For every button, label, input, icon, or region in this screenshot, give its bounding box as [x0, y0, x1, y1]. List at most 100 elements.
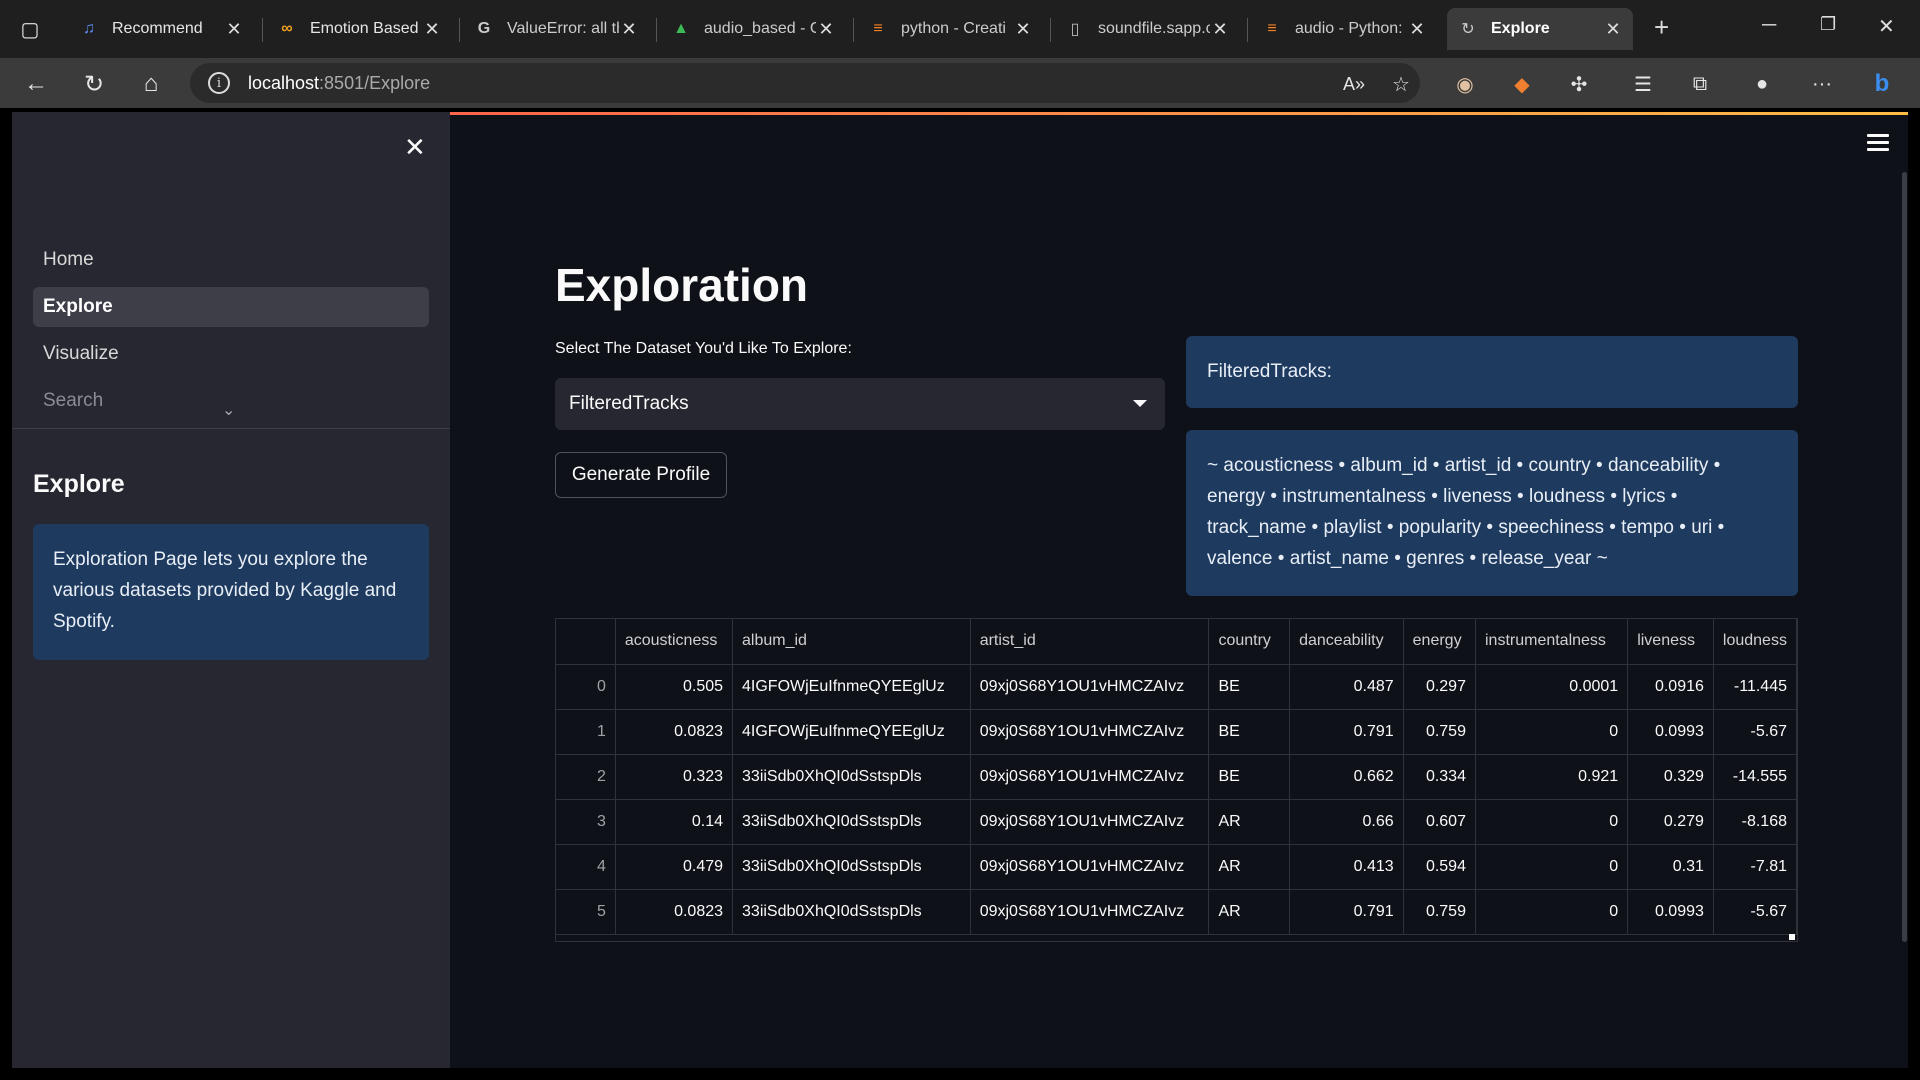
table-cell[interactable]: AR — [1208, 889, 1291, 935]
table-cell[interactable]: 0.594 — [1403, 844, 1476, 890]
read-aloud-icon[interactable]: A» — [1338, 68, 1370, 100]
table-cell[interactable]: 0.759 — [1403, 709, 1476, 755]
table-cell[interactable]: 33iiSdb0XhQI0dSstspDls — [732, 844, 971, 890]
table-cell[interactable]: AR — [1208, 844, 1291, 890]
tab-audio-python[interactable]: ≡ audio - Python: ✕ — [1251, 8, 1437, 50]
column-header[interactable]: loudness — [1713, 619, 1797, 665]
table-cell[interactable]: 09xj0S68Y1OU1vHMCZAIvz — [970, 799, 1210, 845]
page-scrollbar[interactable] — [1902, 172, 1907, 942]
close-tab-icon[interactable]: ✕ — [1407, 19, 1427, 40]
table-cell[interactable]: -5.67 — [1713, 709, 1797, 755]
close-tab-icon[interactable]: ✕ — [224, 19, 244, 40]
tab-python-creating[interactable]: ≡ python - Creati ✕ — [857, 8, 1043, 50]
table-resize-handle[interactable] — [1789, 934, 1795, 940]
table-cell[interactable]: 4IGFOWjEuIfnmeQYEEglUz — [732, 709, 971, 755]
table-cell[interactable]: 0.413 — [1289, 844, 1404, 890]
close-window-icon[interactable]: ✕ — [1878, 14, 1895, 39]
table-cell[interactable]: AR — [1208, 799, 1291, 845]
table-cell[interactable]: 0.0916 — [1627, 664, 1714, 710]
table-cell[interactable]: 09xj0S68Y1OU1vHMCZAIvz — [970, 664, 1210, 710]
table-cell[interactable]: 0.0993 — [1627, 709, 1714, 755]
table-cell[interactable]: 0.31 — [1627, 844, 1714, 890]
table-cell[interactable]: 0.0001 — [1475, 664, 1629, 710]
table-cell[interactable]: BE — [1208, 709, 1291, 755]
table-cell[interactable]: 09xj0S68Y1OU1vHMCZAIvz — [970, 844, 1210, 890]
table-cell[interactable]: 0.334 — [1403, 754, 1476, 800]
close-sidebar-icon[interactable]: ✕ — [404, 132, 426, 163]
restore-icon[interactable]: ❐ — [1820, 14, 1836, 35]
table-cell[interactable]: 3 — [556, 799, 616, 845]
dataset-select[interactable]: FilteredTracks — [555, 378, 1165, 430]
refresh-icon[interactable]: ↻ — [78, 68, 110, 100]
table-cell[interactable]: -14.555 — [1713, 754, 1797, 800]
table-cell[interactable]: 0.662 — [1289, 754, 1404, 800]
column-header[interactable]: artist_id — [970, 619, 1210, 665]
table-cell[interactable]: 0.607 — [1403, 799, 1476, 845]
column-header[interactable]: danceability — [1289, 619, 1404, 665]
table-cell[interactable]: 0.0823 — [615, 889, 734, 935]
tab-explore[interactable]: ↻ Explore ✕ — [1447, 8, 1633, 50]
table-cell[interactable]: 0.14 — [615, 799, 734, 845]
table-cell[interactable]: 33iiSdb0XhQI0dSstspDls — [732, 889, 971, 935]
favorite-add-icon[interactable]: ☆ — [1385, 68, 1417, 100]
table-cell[interactable]: -11.445 — [1713, 664, 1797, 710]
collections-icon[interactable]: ⧉ — [1684, 68, 1716, 100]
table-cell[interactable]: 0 — [1475, 799, 1629, 845]
sidebar-item-home[interactable]: Home — [33, 240, 429, 280]
generate-profile-button[interactable]: Generate Profile — [555, 452, 727, 498]
info-icon[interactable]: i — [208, 72, 230, 94]
dataframe-table[interactable]: acousticness album_id artist_id country … — [555, 618, 1798, 942]
table-cell[interactable]: 4IGFOWjEuIfnmeQYEEglUz — [732, 664, 971, 710]
table-cell[interactable]: 2 — [556, 754, 616, 800]
table-cell[interactable]: 09xj0S68Y1OU1vHMCZAIvz — [970, 754, 1210, 800]
sidebar-item-explore[interactable]: Explore — [33, 287, 429, 327]
table-cell[interactable]: 33iiSdb0XhQI0dSstspDls — [732, 754, 971, 800]
table-cell[interactable]: 0.323 — [615, 754, 734, 800]
table-cell[interactable]: 0 — [1475, 889, 1629, 935]
table-cell[interactable]: 1 — [556, 709, 616, 755]
close-tab-icon[interactable]: ✕ — [619, 19, 639, 40]
url-field[interactable]: i localhost:8501/Explore — [190, 63, 1420, 103]
close-tab-icon[interactable]: ✕ — [1210, 19, 1230, 40]
table-cell[interactable]: 0.921 — [1475, 754, 1629, 800]
tab-emotion-based[interactable]: ∞ Emotion Based l ✕ — [266, 8, 452, 50]
close-tab-icon[interactable]: ✕ — [816, 19, 836, 40]
dropdown-arrow-icon[interactable] — [1133, 400, 1147, 407]
column-header[interactable]: energy — [1403, 619, 1476, 665]
table-cell[interactable]: 0.279 — [1627, 799, 1714, 845]
table-cell[interactable]: -8.168 — [1713, 799, 1797, 845]
column-header[interactable]: liveness — [1627, 619, 1714, 665]
table-cell[interactable]: 0.329 — [1627, 754, 1714, 800]
column-header[interactable]: acousticness — [615, 619, 734, 665]
table-cell[interactable]: 0.297 — [1403, 664, 1476, 710]
tab-soundfile[interactable]: ▯ soundfile.sapp.c ✕ — [1054, 8, 1240, 50]
table-cell[interactable]: 0.505 — [615, 664, 734, 710]
tab-actions-icon[interactable]: ▢ — [14, 13, 46, 45]
sidebar-item-visualize[interactable]: Visualize — [33, 334, 429, 374]
minimize-icon[interactable]: ─ — [1762, 14, 1776, 37]
table-cell[interactable]: 0.791 — [1289, 889, 1404, 935]
table-cell[interactable]: 09xj0S68Y1OU1vHMCZAIvz — [970, 709, 1210, 755]
table-cell[interactable]: 09xj0S68Y1OU1vHMCZAIvz — [970, 889, 1210, 935]
column-header[interactable]: country — [1208, 619, 1291, 665]
table-cell[interactable]: 0.759 — [1403, 889, 1476, 935]
table-cell[interactable]: 5 — [556, 889, 616, 935]
back-icon[interactable]: ← — [20, 68, 52, 100]
metamask-icon[interactable]: ◆ — [1506, 68, 1538, 100]
more-options-icon[interactable]: ··· — [1806, 68, 1838, 100]
home-icon[interactable]: ⌂ — [135, 68, 167, 100]
table-cell[interactable]: 0.0993 — [1627, 889, 1714, 935]
favorites-icon[interactable]: ☰ — [1627, 68, 1659, 100]
close-tab-icon[interactable]: ✕ — [422, 19, 442, 40]
tab-valueerror[interactable]: G ValueError: all th ✕ — [463, 8, 649, 50]
table-cell[interactable]: -7.81 — [1713, 844, 1797, 890]
column-header[interactable]: instrumentalness — [1475, 619, 1629, 665]
table-cell[interactable]: BE — [1208, 754, 1291, 800]
close-tab-icon[interactable]: ✕ — [1603, 19, 1623, 40]
extension-avatar-icon[interactable]: ◉ — [1449, 68, 1481, 100]
tab-audio-based[interactable]: ▲ audio_based - G ✕ — [660, 8, 846, 50]
table-cell[interactable]: 0.0823 — [615, 709, 734, 755]
table-cell[interactable]: 0 — [1475, 844, 1629, 890]
table-cell[interactable]: -5.67 — [1713, 889, 1797, 935]
column-header[interactable]: album_id — [732, 619, 971, 665]
